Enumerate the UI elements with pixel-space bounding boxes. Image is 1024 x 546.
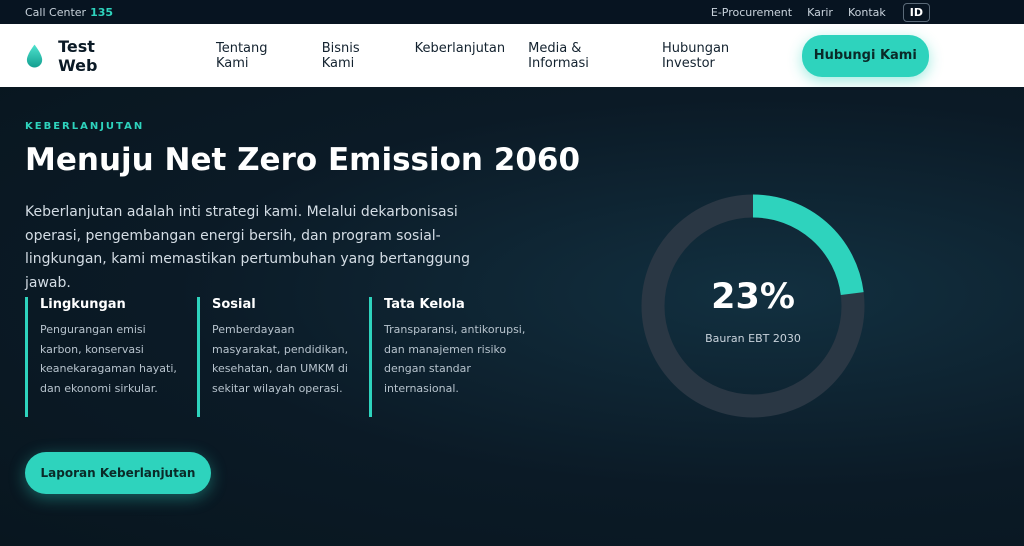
section-eyebrow: KEBERLANJUTAN [25,121,145,132]
brand-name: Test Web [58,36,98,75]
pillar-title: Lingkungan [40,297,126,312]
nav-item-media-informasi[interactable]: Media & Informasi [528,41,639,71]
nav-item-hubungan-investor[interactable]: Hubungan Investor [662,41,779,71]
topbar-link-kontak[interactable]: Kontak [848,6,886,19]
metric-caption: Bauran EBT 2030 [705,332,801,345]
main-nav: Test Web Tentang Kami Bisnis Kami Keberl… [0,24,1024,87]
metric-value: 23% [711,277,795,317]
language-switch[interactable]: ID [902,2,930,22]
topbar-link-karir[interactable]: Karir [807,6,833,19]
water-drop-icon [26,44,43,67]
pillar-list: Lingkungan Pengurangan emisi karbon, kon… [25,297,541,417]
pillar-lingkungan: Lingkungan Pengurangan emisi karbon, kon… [25,297,197,417]
contact-button[interactable]: Hubungi Kami [801,34,929,77]
pillar-sosial: Sosial Pemberdayaan masyarakat, pendidik… [197,297,369,417]
pillar-title: Tata Kelola [384,297,465,312]
page-title: Menuju Net Zero Emission 2060 [25,142,581,178]
nav-menu: Tentang Kami Bisnis Kami Keberlanjutan M… [216,41,802,71]
topbar-link-eprocurement[interactable]: E-Procurement [711,6,792,19]
nav-item-tentang-kami[interactable]: Tentang Kami [216,41,299,71]
hero-section: KEBERLANJUTAN Menuju Net Zero Emission 2… [0,87,1024,546]
brand-logo[interactable]: Test Web [25,37,136,75]
topbar-links: E-Procurement Karir Kontak ID [711,2,999,22]
nav-item-keberlanjutan[interactable]: Keberlanjutan [415,41,505,71]
call-center-number[interactable]: 135 [90,6,113,19]
pillar-text: Pemberdayaan masyarakat, pendidikan, kes… [212,323,349,395]
sustainability-report-button[interactable]: Laporan Keberlanjutan [25,452,211,494]
pillar-tata-kelola: Tata Kelola Transparansi, antikorupsi, d… [369,297,541,417]
call-center-label: Call Center [25,5,87,19]
pillar-text: Pengurangan emisi karbon, konservasi kea… [40,323,177,395]
nav-item-bisnis-kami[interactable]: Bisnis Kami [322,41,392,71]
pillar-title: Sosial [212,297,256,312]
hero-description: Keberlanjutan adalah inti strategi kami.… [25,204,470,291]
pillar-text: Transparansi, antikorupsi, dan manajemen… [384,323,526,395]
topbar: Call Center 135 E-Procurement Karir Kont… [0,0,1024,24]
